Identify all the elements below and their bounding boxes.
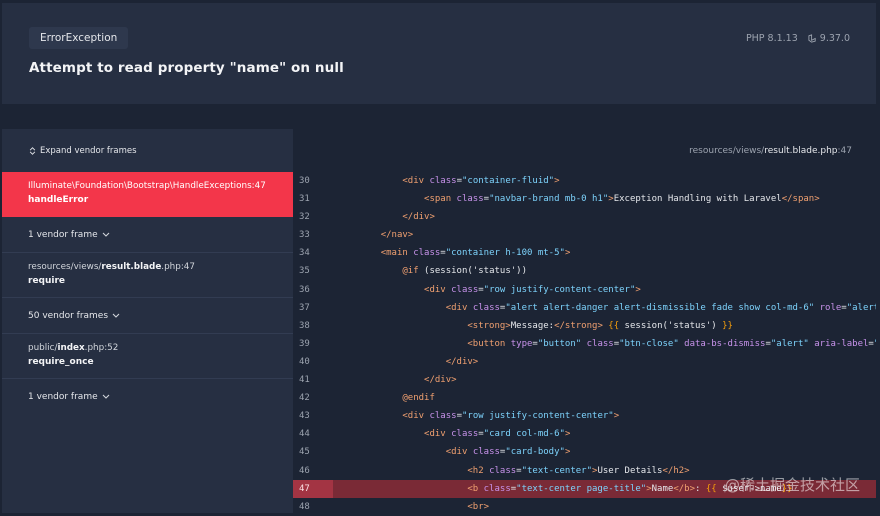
trace-panel: Expand vendor frames Illuminate\Foundati… — [2, 129, 876, 513]
exception-message: Attempt to read property "name" on null — [29, 60, 344, 76]
code-line: 36 <div class="row justify-content-cente… — [299, 284, 641, 295]
stack-frame-handle-exceptions[interactable]: Illuminate\Foundation\Bootstrap\HandleEx… — [2, 172, 293, 217]
vendor-frame-group[interactable]: 1 vendor frame — [2, 217, 293, 253]
laravel-version: 9.37.0 — [808, 33, 850, 44]
code-viewer: 30 <div class="container-fluid"> 31 <spa… — [293, 172, 876, 516]
code-line: 35 @if (session('status')) — [299, 266, 527, 277]
code-line: 42 @endif — [299, 393, 435, 404]
code-line: 40 </div> — [299, 356, 479, 367]
stack-frame-index[interactable]: public/index.php:52 require_once — [2, 334, 293, 379]
code-line: 34 <main class="container h-100 mt-5"> — [299, 248, 571, 259]
code-line: 32 </div> — [299, 212, 435, 223]
frame-function: require — [28, 276, 66, 286]
stack-frames-panel: Expand vendor frames Illuminate\Foundati… — [2, 129, 293, 513]
chevron-down-icon — [112, 313, 120, 318]
expand-vendor-frames-button[interactable]: Expand vendor frames — [29, 146, 137, 156]
code-line: 38 <strong>Message:</strong> {{ session(… — [299, 320, 733, 331]
laravel-version-label: 9.37.0 — [819, 33, 850, 44]
expand-icon — [29, 147, 36, 155]
frame-file: resources/views/result.blade.php:47 — [28, 262, 196, 272]
laravel-icon — [808, 34, 816, 43]
stack-frame-list: Illuminate\Foundation\Bootstrap\HandleEx… — [2, 172, 293, 415]
php-version: PHP 8.1.13 — [745, 33, 798, 44]
code-line: 43 <div class="row justify-content-cente… — [299, 411, 620, 422]
version-info: PHP 8.1.13 9.37.0 — [746, 33, 850, 44]
code-line: 41 </div> — [299, 375, 457, 386]
frame-file: public/index.php:52 — [28, 343, 119, 353]
frame-function: require_once — [28, 357, 94, 367]
code-line: 48 <br> — [299, 501, 490, 512]
expand-vendor-frames-label: Expand vendor frames — [40, 146, 137, 156]
chevron-down-icon — [102, 232, 110, 237]
source-file-path[interactable]: resources/views/result.blade.php:47 — [689, 146, 852, 156]
frame-function: handleError — [28, 195, 89, 205]
code-line: 30 <div class="container-fluid"> — [299, 176, 560, 186]
source-code-panel: resources/views/result.blade.php:47 30 <… — [293, 129, 876, 513]
code-line: 37 <div class="alert alert-danger alert-… — [299, 302, 876, 313]
frame-file: Illuminate\Foundation\Bootstrap\HandleEx… — [28, 181, 266, 191]
code-line: 33 </nav> — [299, 230, 414, 241]
code-line: 39 <button type="button" class="btn-clos… — [299, 338, 876, 349]
chevron-down-icon — [102, 394, 110, 399]
code-line: 31 <span class="navbar-brand mb-0 h1">Ex… — [299, 194, 820, 205]
watermark: @稀土掘金技术社区 — [724, 476, 860, 494]
vendor-frame-group[interactable]: 1 vendor frame — [2, 379, 293, 415]
error-header: ErrorException Attempt to read property … — [2, 3, 876, 104]
code-line: 44 <div class="card col-md-6"> — [299, 429, 571, 440]
vendor-frame-group[interactable]: 50 vendor frames — [2, 298, 293, 334]
code-line: 45 <div class="card-body"> — [299, 447, 571, 458]
stack-frame-result-blade[interactable]: resources/views/result.blade.php:47 requ… — [2, 253, 293, 298]
exception-class-badge: ErrorException — [29, 27, 129, 49]
